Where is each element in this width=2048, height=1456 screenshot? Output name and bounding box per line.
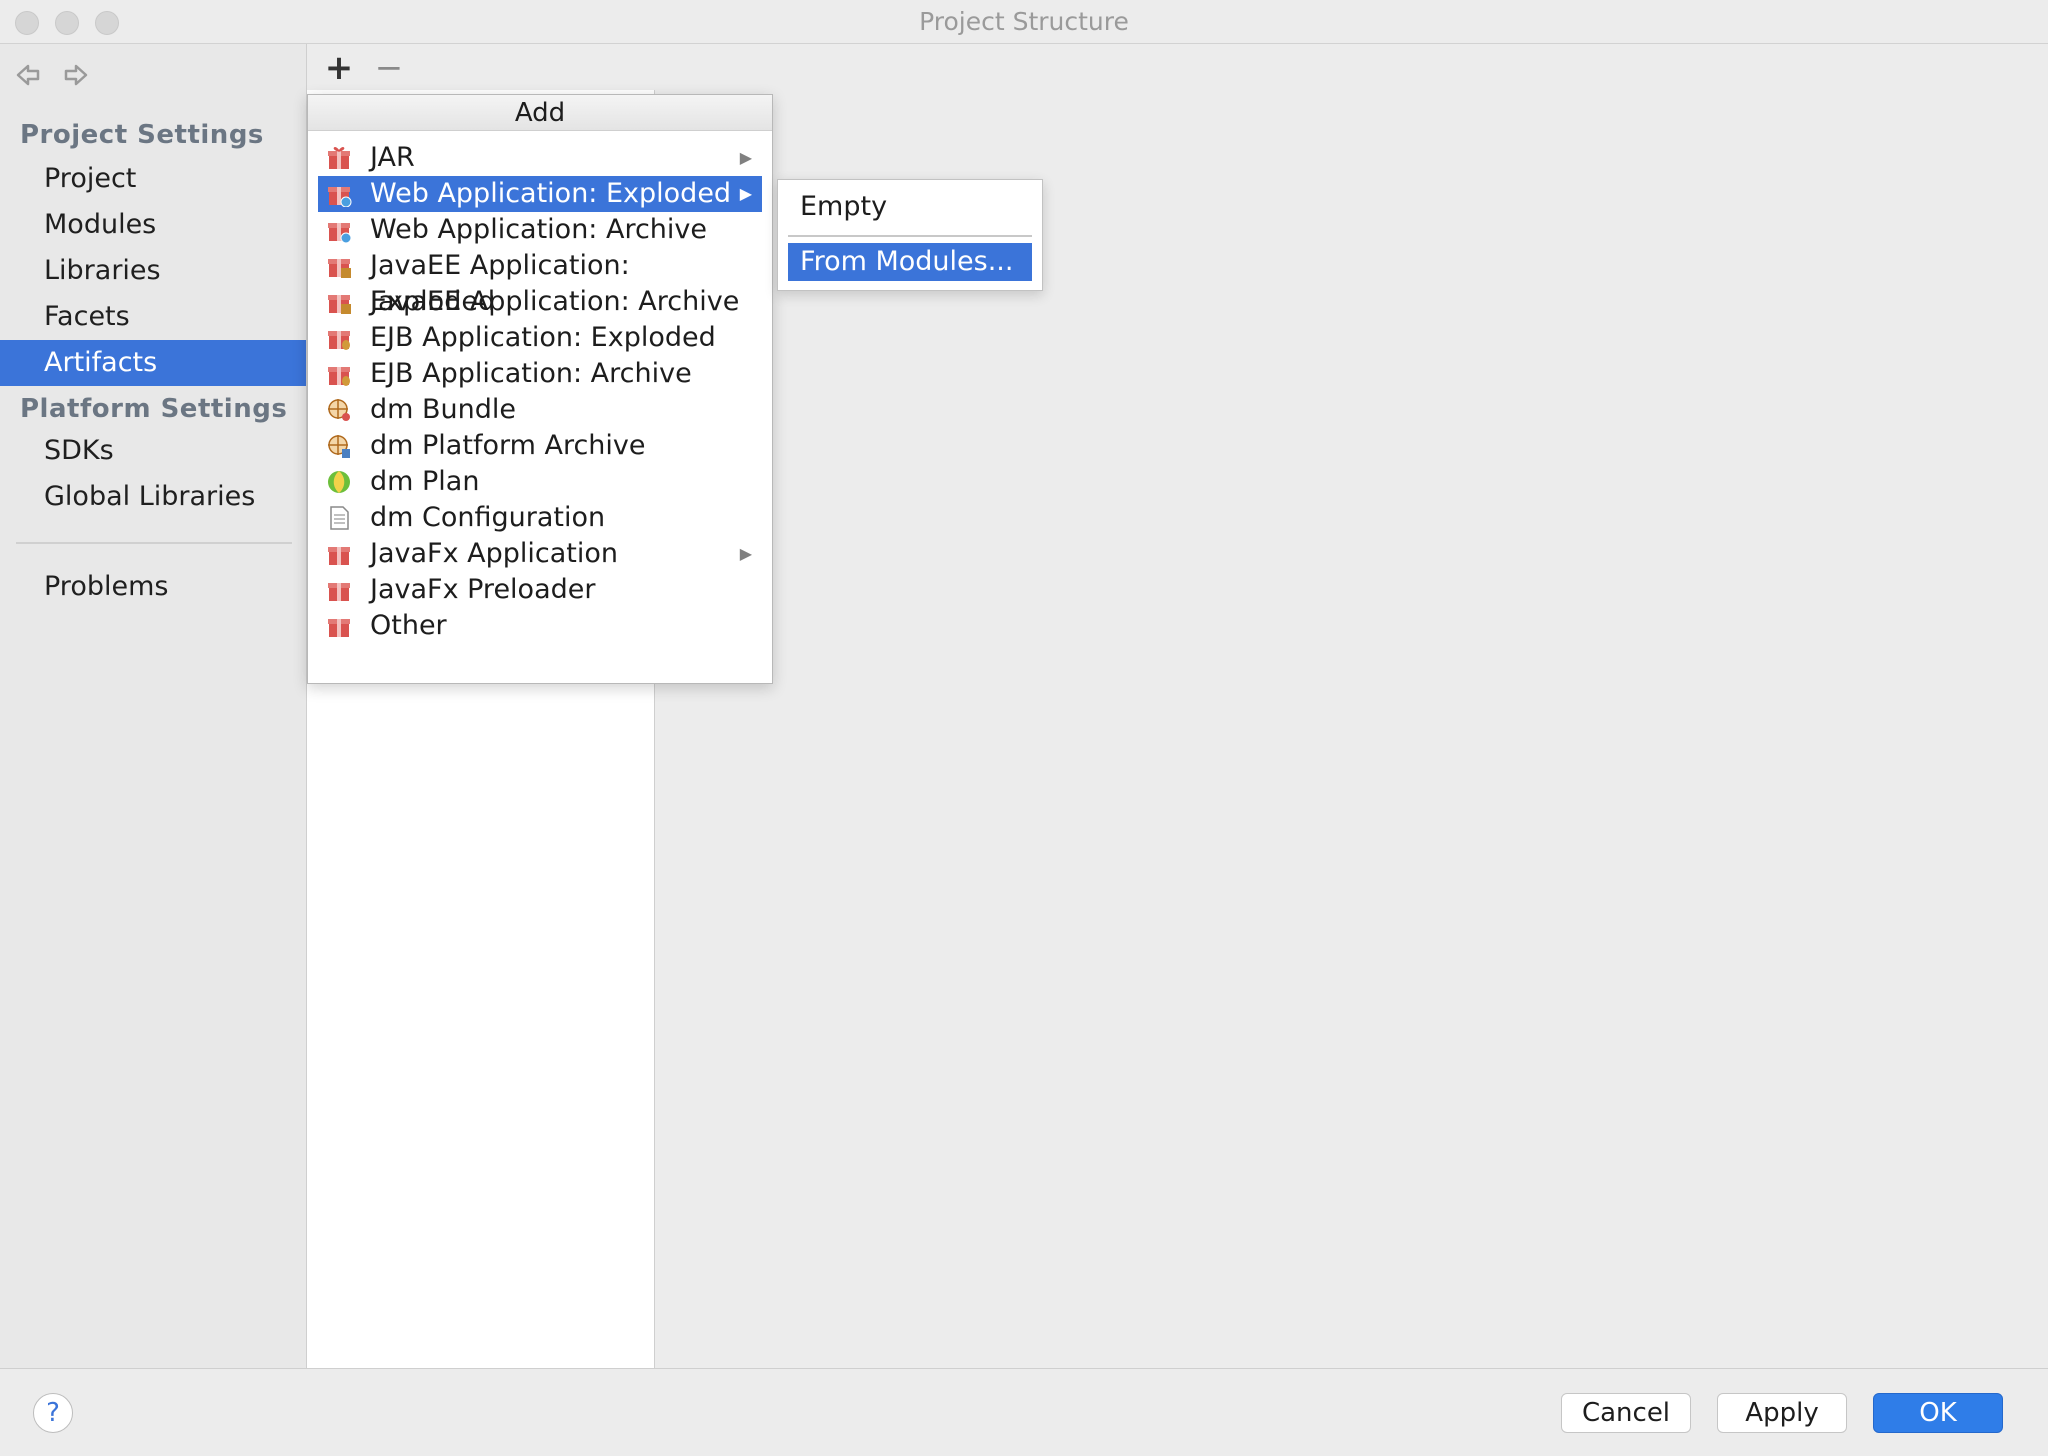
menu-item-javafx-application[interactable]: JavaFx Application ▶: [318, 536, 762, 572]
menu-item-dm-bundle[interactable]: dm Bundle: [318, 392, 762, 428]
menu-item-label: Other: [370, 610, 447, 641]
ok-button[interactable]: OK: [1873, 1393, 2003, 1433]
menu-item-ejb-application-archive[interactable]: EJB Application: Archive: [318, 356, 762, 392]
menu-item-javafx-preloader[interactable]: JavaFx Preloader: [318, 572, 762, 608]
javaee-exploded-icon: [328, 259, 351, 278]
artifacts-toolbar: + −: [307, 44, 655, 90]
web-exploded-icon: [328, 187, 352, 207]
project-structure-window: Project Structure Project Settings Proje…: [0, 0, 2048, 1456]
submenu-item-from-modules[interactable]: From Modules...: [788, 243, 1032, 281]
dm-plan-icon: [328, 471, 350, 493]
submenu-item-empty[interactable]: Empty: [788, 188, 1032, 226]
menu-item-label: JavaFx Application: [370, 538, 618, 569]
sidebar-item-global-libraries[interactable]: Global Libraries: [0, 474, 306, 520]
menu-item-web-application-archive[interactable]: Web Application: Archive: [318, 212, 762, 248]
remove-artifact-button[interactable]: −: [371, 50, 407, 86]
help-button[interactable]: ?: [33, 1393, 73, 1433]
javaee-archive-icon: [328, 295, 351, 314]
submenu-arrow-icon: ▶: [739, 544, 752, 563]
sidebar-item-artifacts[interactable]: Artifacts: [0, 340, 306, 386]
title-bar: Project Structure: [0, 0, 2048, 44]
sidebar-divider: [16, 542, 292, 544]
popup-title: Add: [308, 95, 772, 131]
web-exploded-submenu: Empty From Modules...: [777, 179, 1043, 291]
web-archive-icon: [328, 223, 352, 243]
jar-gift-icon: [328, 147, 350, 169]
apply-button[interactable]: Apply: [1717, 1393, 1847, 1433]
sidebar-item-project[interactable]: Project: [0, 156, 306, 202]
sidebar-item-libraries[interactable]: Libraries: [0, 248, 306, 294]
menu-item-label: dm Configuration: [370, 502, 606, 533]
ejb-archive-icon: [328, 367, 350, 386]
platform-settings-header: Platform Settings: [20, 394, 288, 424]
menu-item-label: dm Plan: [370, 466, 480, 497]
submenu-separator: [788, 235, 1032, 237]
sidebar-item-facets[interactable]: Facets: [0, 294, 306, 340]
other-gift-icon: [328, 619, 350, 637]
menu-item-web-application-exploded[interactable]: Web Application: Exploded ▶: [318, 176, 762, 212]
menu-item-other[interactable]: Other: [318, 608, 762, 644]
submenu-arrow-icon: ▶: [739, 184, 752, 203]
menu-item-label: JAR: [370, 142, 415, 173]
menu-item-label: EJB Application: Exploded: [370, 322, 716, 353]
sidebar: Project Settings Project Modules Librari…: [0, 44, 307, 1368]
cancel-button[interactable]: Cancel: [1561, 1393, 1691, 1433]
window-title: Project Structure: [919, 7, 1129, 36]
document-icon: [330, 506, 349, 530]
menu-item-label: JavaFx Preloader: [370, 574, 596, 605]
back-arrow-icon[interactable]: [10, 58, 44, 92]
menu-item-label: dm Platform Archive: [370, 430, 646, 461]
add-artifact-button[interactable]: +: [321, 50, 357, 86]
ejb-exploded-icon: [328, 331, 350, 350]
dm-platform-archive-icon: [328, 435, 350, 458]
javafx-preloader-icon: [328, 583, 350, 601]
menu-item-label: EJB Application: Archive: [370, 358, 692, 389]
menu-item-label: Web Application: Archive: [370, 214, 708, 245]
sidebar-item-sdks[interactable]: SDKs: [0, 428, 306, 474]
submenu-arrow-icon: ▶: [739, 148, 752, 167]
menu-item-dm-plan[interactable]: dm Plan: [318, 464, 762, 500]
forward-arrow-icon[interactable]: [60, 58, 94, 92]
project-settings-header: Project Settings: [20, 120, 264, 150]
menu-item-jar[interactable]: JAR ▶: [318, 140, 762, 176]
javafx-app-icon: [328, 547, 350, 565]
menu-item-dm-platform-archive[interactable]: dm Platform Archive: [318, 428, 762, 464]
menu-item-javaee-application-archive[interactable]: JavaEE Application: Archive: [318, 284, 762, 320]
dm-bundle-icon: [328, 399, 350, 421]
sidebar-item-problems[interactable]: Problems: [0, 564, 306, 610]
menu-item-label: dm Bundle: [370, 394, 517, 425]
menu-item-label: JavaEE Application: Archive: [370, 286, 740, 317]
menu-item-label: Web Application: Exploded: [370, 178, 732, 209]
menu-item-javaee-application-exploded[interactable]: JavaEE Application: Exploded: [318, 248, 762, 317]
menu-item-dm-configuration[interactable]: dm Configuration: [318, 500, 762, 536]
add-artifact-popup: Add JAR ▶ Web Application: Exploded ▶ We…: [307, 94, 773, 684]
menu-item-ejb-application-exploded[interactable]: EJB Application: Exploded: [318, 320, 762, 356]
sidebar-item-modules[interactable]: Modules: [0, 202, 306, 248]
